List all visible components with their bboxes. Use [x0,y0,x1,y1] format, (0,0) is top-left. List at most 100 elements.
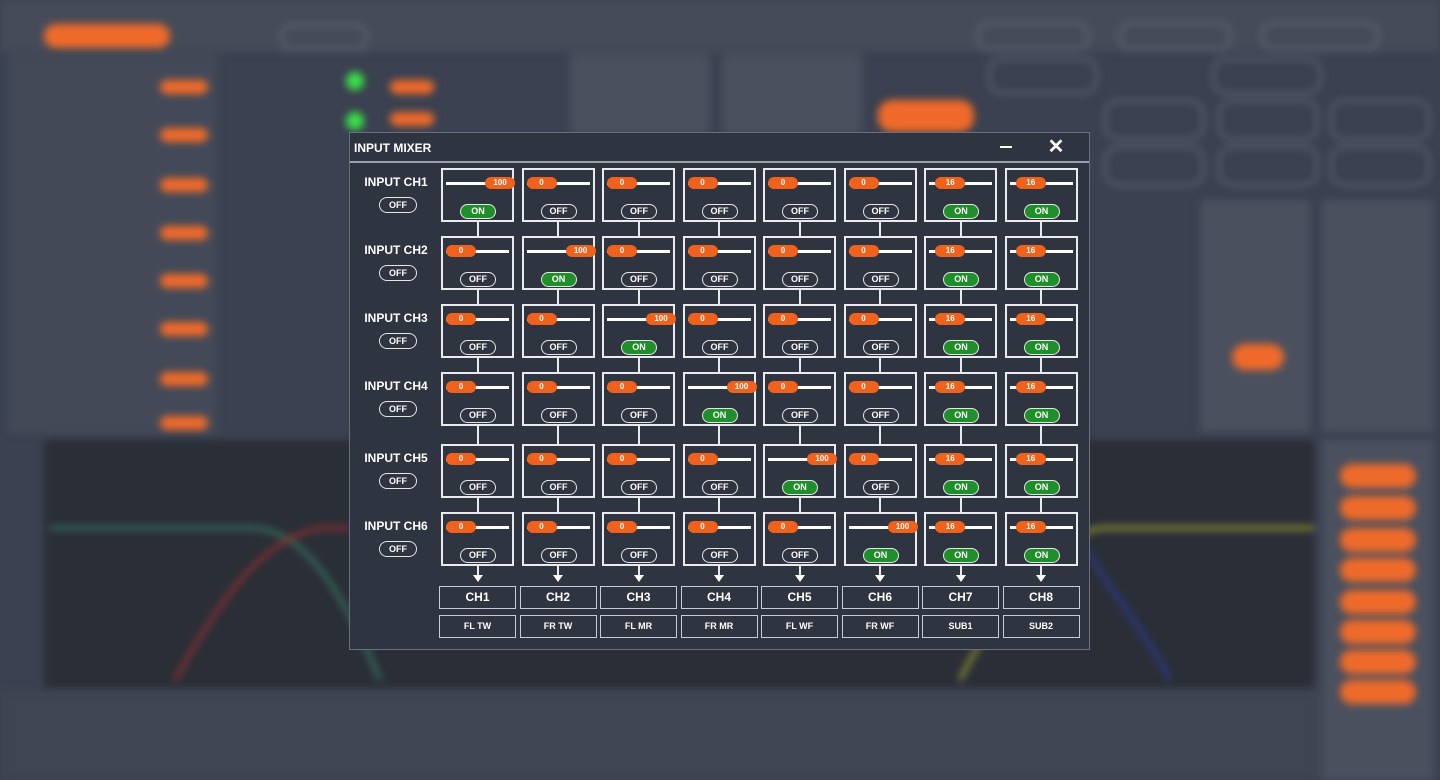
level-slider-knob[interactable]: 0 [848,453,879,465]
route-toggle[interactable]: OFF [701,548,738,563]
route-toggle[interactable]: OFF [540,340,577,355]
route-toggle[interactable]: OFF [701,204,738,219]
route-toggle[interactable]: OFF [862,340,899,355]
route-toggle[interactable]: ON [1023,408,1060,423]
route-toggle[interactable]: ON [1023,548,1060,563]
route-toggle[interactable]: ON [862,548,899,563]
route-toggle[interactable]: OFF [460,548,496,563]
route-toggle[interactable]: OFF [540,408,577,423]
level-slider-knob[interactable]: 0 [848,245,879,257]
level-slider-knob[interactable]: 16 [935,521,966,533]
route-toggle[interactable]: ON [943,204,979,219]
route-toggle[interactable]: ON [540,272,577,287]
route-toggle[interactable]: OFF [621,408,657,423]
level-slider-knob[interactable]: 0 [768,313,798,325]
route-toggle[interactable]: OFF [621,204,657,219]
level-slider-knob[interactable]: 0 [446,245,476,257]
level-slider-knob[interactable]: 16 [935,453,966,465]
route-toggle[interactable]: OFF [862,272,899,287]
level-slider-knob[interactable]: 0 [848,381,879,393]
level-slider-knob[interactable]: 16 [935,177,966,189]
route-toggle[interactable]: ON [943,408,979,423]
level-slider-knob[interactable]: 16 [1015,245,1046,257]
level-slider-knob[interactable]: 100 [726,381,757,393]
level-slider-knob[interactable]: 16 [935,245,966,257]
route-toggle[interactable]: OFF [460,340,496,355]
input-ch6-toggle[interactable]: OFF [379,541,417,557]
route-toggle[interactable]: OFF [621,548,657,563]
input-ch1-toggle[interactable]: OFF [379,197,417,213]
route-toggle[interactable]: OFF [782,340,818,355]
minimize-button[interactable] [995,135,1019,157]
level-slider-knob[interactable]: 0 [526,381,557,393]
level-slider-knob[interactable]: 0 [687,453,718,465]
route-toggle[interactable]: ON [943,548,979,563]
level-slider-knob[interactable]: 0 [768,177,798,189]
route-toggle[interactable]: OFF [460,408,496,423]
route-toggle[interactable]: OFF [701,480,738,495]
route-toggle[interactable]: OFF [540,548,577,563]
route-toggle[interactable]: ON [1023,480,1060,495]
level-slider-knob[interactable]: 16 [1015,313,1046,325]
level-slider-knob[interactable]: 100 [807,453,837,465]
level-slider-knob[interactable]: 0 [607,381,637,393]
level-slider-knob[interactable]: 0 [687,313,718,325]
route-toggle[interactable]: ON [460,204,496,219]
level-slider-knob[interactable]: 100 [565,245,596,257]
route-toggle[interactable]: OFF [782,272,818,287]
route-toggle[interactable]: OFF [460,272,496,287]
route-toggle[interactable]: OFF [701,340,738,355]
level-slider-knob[interactable]: 0 [526,313,557,325]
level-slider-knob[interactable]: 16 [1015,453,1046,465]
route-toggle[interactable]: ON [621,340,657,355]
level-slider-knob[interactable]: 0 [446,381,476,393]
route-toggle[interactable]: ON [1023,272,1060,287]
level-slider-knob[interactable]: 0 [768,521,798,533]
level-slider-knob[interactable]: 0 [607,245,637,257]
level-slider-knob[interactable]: 0 [526,521,557,533]
route-toggle[interactable]: OFF [862,408,899,423]
level-slider-knob[interactable]: 16 [1015,381,1046,393]
route-toggle[interactable]: ON [943,340,979,355]
level-slider-knob[interactable]: 0 [687,521,718,533]
level-slider-knob[interactable]: 16 [1015,521,1046,533]
route-toggle[interactable]: OFF [540,204,577,219]
level-slider-knob[interactable]: 0 [848,177,879,189]
level-slider-knob[interactable]: 0 [687,177,718,189]
level-slider-knob[interactable]: 100 [485,177,515,189]
level-slider-knob[interactable]: 0 [607,453,637,465]
route-toggle[interactable]: OFF [540,480,577,495]
close-button[interactable]: ✕ [1044,135,1068,159]
level-slider-knob[interactable]: 16 [1015,177,1046,189]
level-slider-knob[interactable]: 100 [646,313,676,325]
level-slider-knob[interactable]: 0 [526,177,557,189]
level-slider-knob[interactable]: 0 [607,521,637,533]
level-slider-knob[interactable]: 0 [768,381,798,393]
level-slider-knob[interactable]: 16 [935,381,966,393]
level-slider-knob[interactable]: 0 [526,453,557,465]
level-slider-knob[interactable]: 0 [446,521,476,533]
route-toggle[interactable]: ON [1023,204,1060,219]
route-toggle[interactable]: OFF [621,272,657,287]
input-ch3-toggle[interactable]: OFF [379,333,417,349]
route-toggle[interactable]: ON [943,480,979,495]
route-toggle[interactable]: ON [782,480,818,495]
route-toggle[interactable]: ON [701,408,738,423]
route-toggle[interactable]: OFF [862,204,899,219]
route-toggle[interactable]: OFF [862,480,899,495]
route-toggle[interactable]: OFF [460,480,496,495]
level-slider-knob[interactable]: 0 [446,313,476,325]
route-toggle[interactable]: OFF [782,204,818,219]
route-toggle[interactable]: ON [1023,340,1060,355]
level-slider-knob[interactable]: 100 [887,521,918,533]
route-toggle[interactable]: OFF [621,480,657,495]
level-slider-knob[interactable]: 0 [607,177,637,189]
route-toggle[interactable]: ON [943,272,979,287]
level-slider-knob[interactable]: 0 [446,453,476,465]
level-slider-knob[interactable]: 16 [935,313,966,325]
route-toggle[interactable]: OFF [782,548,818,563]
input-ch4-toggle[interactable]: OFF [379,401,417,417]
input-ch5-toggle[interactable]: OFF [379,473,417,489]
input-ch2-toggle[interactable]: OFF [379,265,417,281]
level-slider-knob[interactable]: 0 [848,313,879,325]
